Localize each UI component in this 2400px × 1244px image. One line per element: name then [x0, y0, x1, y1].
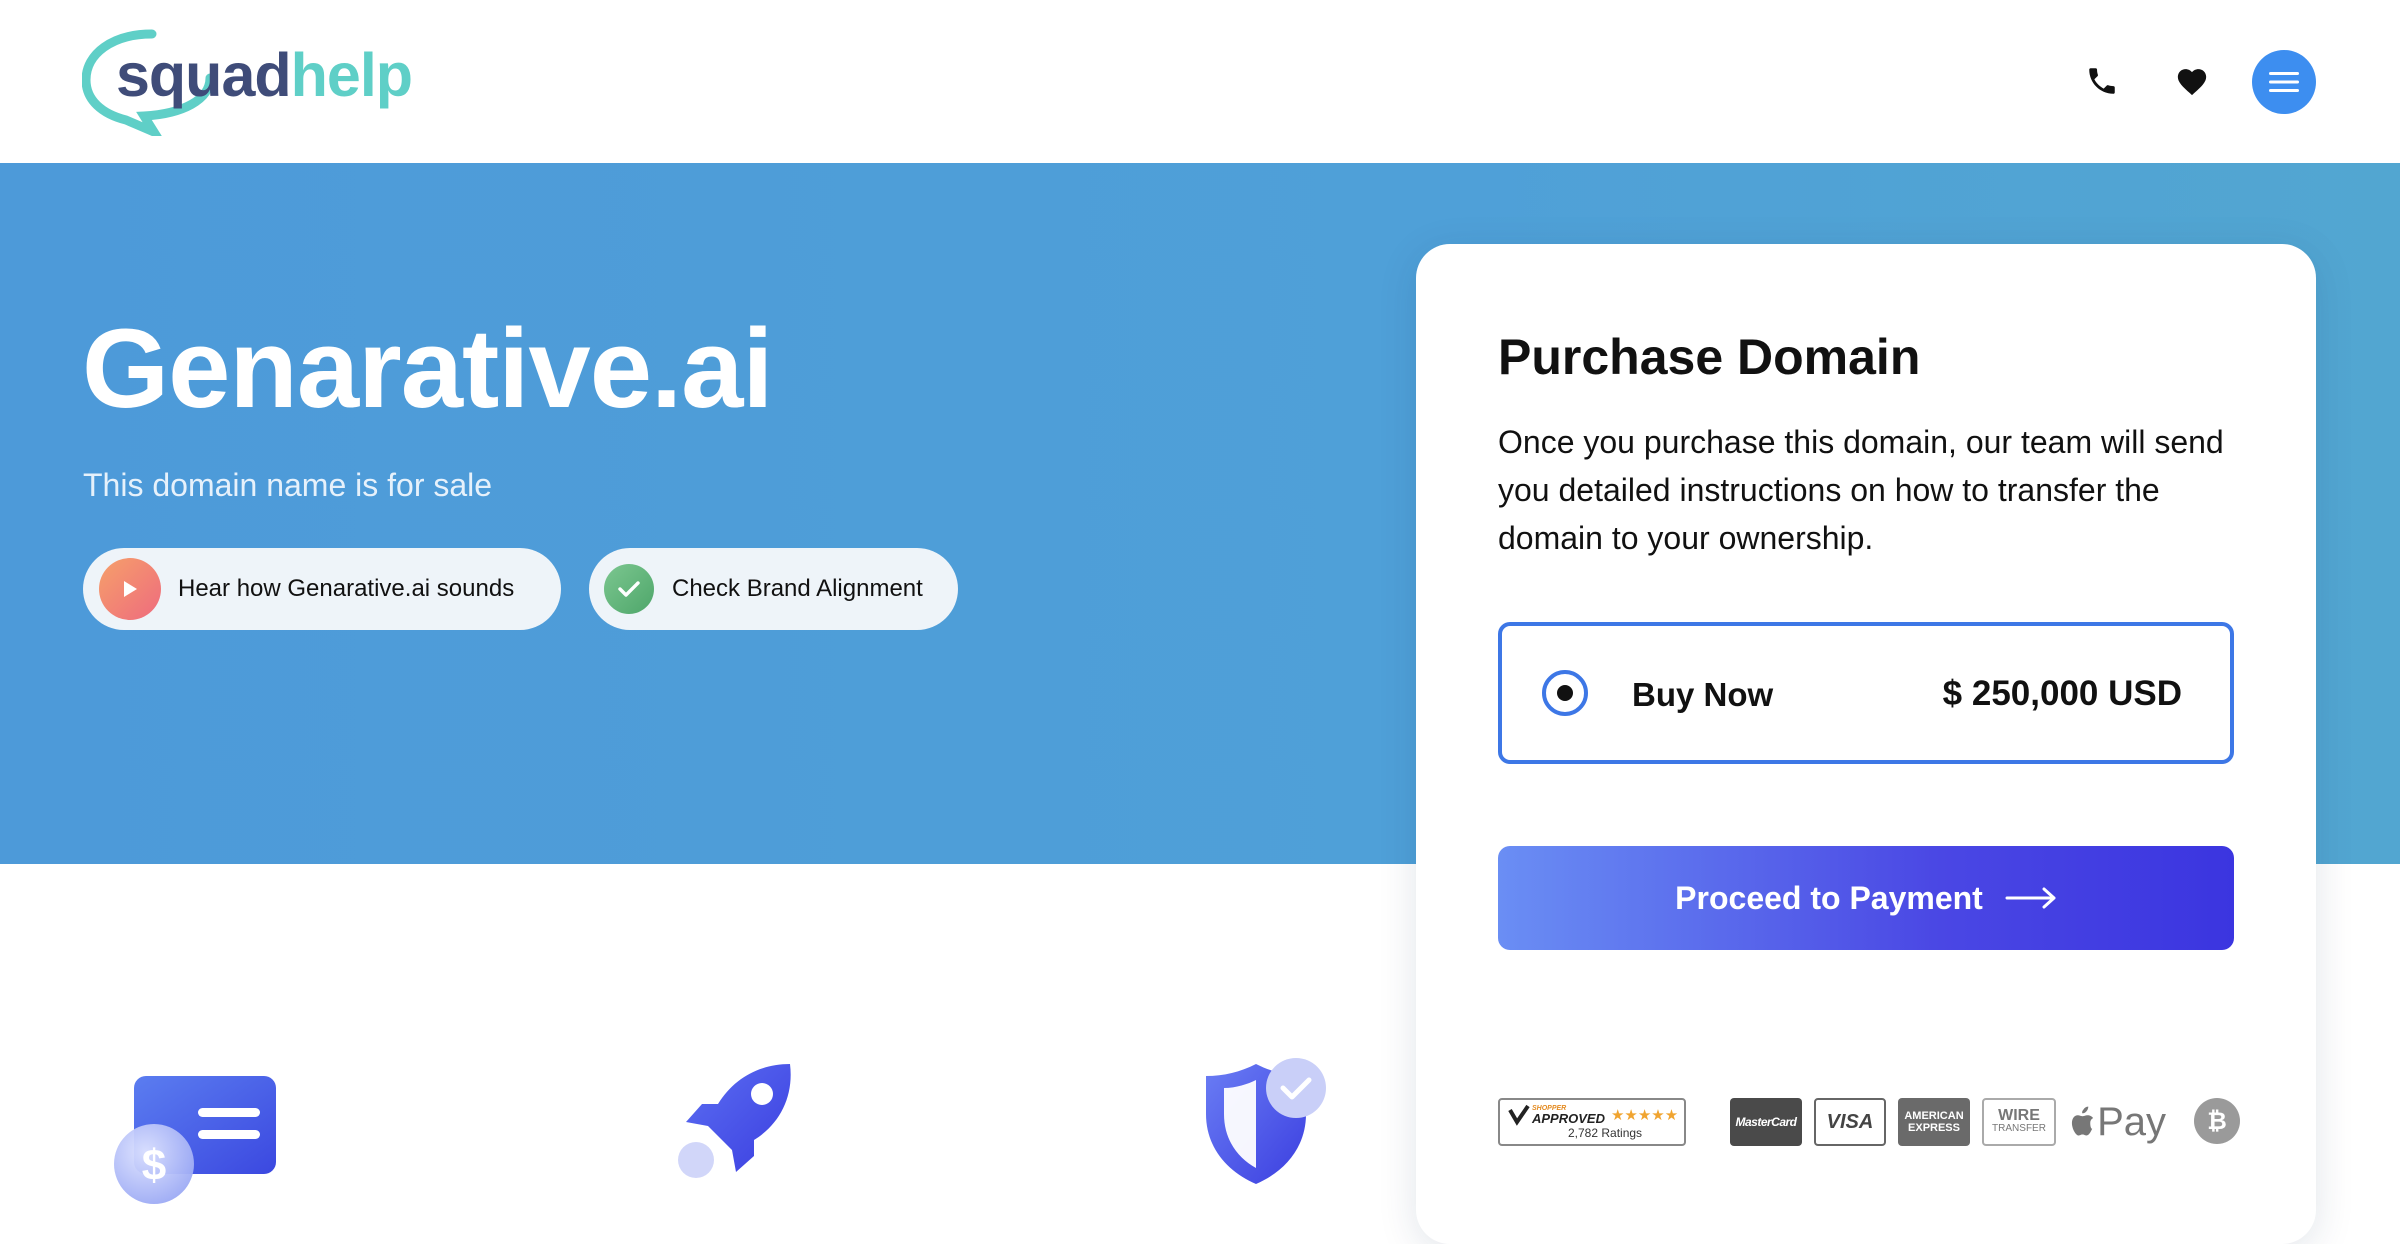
- wire-line1: WIRE: [1998, 1107, 2040, 1124]
- menu-button[interactable]: [2252, 50, 2316, 114]
- logo-squad: squad: [116, 41, 292, 109]
- buy-now-label: Buy Now: [1632, 676, 1774, 713]
- buy-now-price: $ 250,000 USD: [1942, 674, 2182, 713]
- buy-now-option[interactable]: Buy Now $ 250,000 USD: [1498, 622, 2234, 764]
- site-header: squadhelp: [0, 0, 2400, 163]
- heart-icon[interactable]: [2166, 55, 2218, 107]
- purchase-card-title: Purchase Domain: [1498, 329, 1921, 385]
- amex-line1: AMERICAN: [1904, 1110, 1964, 1122]
- proceed-to-payment-label: Proceed to Payment: [1675, 879, 1983, 916]
- svg-text:₿: ₿: [2207, 1107, 2227, 1135]
- apple-pay-label: Pay: [2097, 1099, 2166, 1144]
- apple-pay-badge: Pay: [2070, 1098, 2166, 1146]
- mastercard-label: MasterCard: [1735, 1115, 1797, 1129]
- logo-wordmark: squadhelp: [116, 40, 413, 110]
- wire-transfer-badge: WIRE TRANSFER: [1982, 1098, 2056, 1146]
- logo-help: help: [290, 41, 413, 109]
- check-brand-alignment-label: Check Brand Alignment: [672, 575, 923, 602]
- visa-label: VISA: [1826, 1110, 1874, 1133]
- hamburger-menu-icon: [2269, 72, 2299, 92]
- payment-card-icon: $: [112, 1064, 282, 1215]
- purchase-domain-card: Purchase Domain Once you purchase this d…: [1416, 244, 2316, 1244]
- wire-line2: TRANSFER: [1992, 1123, 2046, 1134]
- hear-pronunciation-button[interactable]: Hear how Genarative.ai sounds: [83, 548, 561, 630]
- play-icon: [99, 558, 161, 620]
- domain-title: Genarative.ai: [82, 306, 773, 431]
- radio-selected-dot: [1557, 685, 1573, 701]
- amex-line2: EXPRESS: [1908, 1122, 1960, 1134]
- buy-now-radio[interactable]: [1542, 670, 1588, 716]
- apple-logo-icon: [2071, 1106, 2094, 1136]
- purchase-card-description: Once you purchase this domain, our team …: [1498, 424, 2224, 556]
- svg-text:$: $: [142, 1141, 166, 1190]
- bitcoin-icon: ₿: [2194, 1098, 2240, 1144]
- american-express-badge: AMERICAN EXPRESS: [1898, 1098, 1970, 1146]
- phone-icon[interactable]: [2076, 55, 2128, 107]
- payment-badges: SHOPPER APPROVED ★★★★★ 2,782 Ratings Mas…: [1498, 1098, 2240, 1152]
- hear-pronunciation-label: Hear how Genarative.ai sounds: [178, 575, 515, 602]
- checkmark-icon: [604, 564, 654, 614]
- shopper-ratings-count: 2,782 Ratings: [1568, 1126, 1643, 1140]
- rocket-icon: [664, 1060, 804, 1195]
- shopper-approved-check-icon: [1508, 1104, 1530, 1126]
- proceed-to-payment-button[interactable]: Proceed to Payment: [1498, 846, 2234, 950]
- arrow-right-icon: [2005, 887, 2056, 909]
- check-brand-alignment-button[interactable]: Check Brand Alignment: [589, 548, 958, 630]
- shopper-approved-badge[interactable]: SHOPPER APPROVED ★★★★★ 2,782 Ratings: [1498, 1098, 1686, 1146]
- visa-badge: VISA: [1814, 1098, 1886, 1146]
- shopper-stars: ★★★★★: [1610, 1106, 1679, 1124]
- mastercard-badge: MasterCard: [1730, 1098, 1802, 1146]
- squadhelp-logo[interactable]: squadhelp: [82, 28, 413, 136]
- shield-check-icon: [1190, 1056, 1340, 1195]
- domain-subtitle: This domain name is for sale: [83, 467, 493, 503]
- shopper-approved-label: APPROVED: [1532, 1111, 1605, 1126]
